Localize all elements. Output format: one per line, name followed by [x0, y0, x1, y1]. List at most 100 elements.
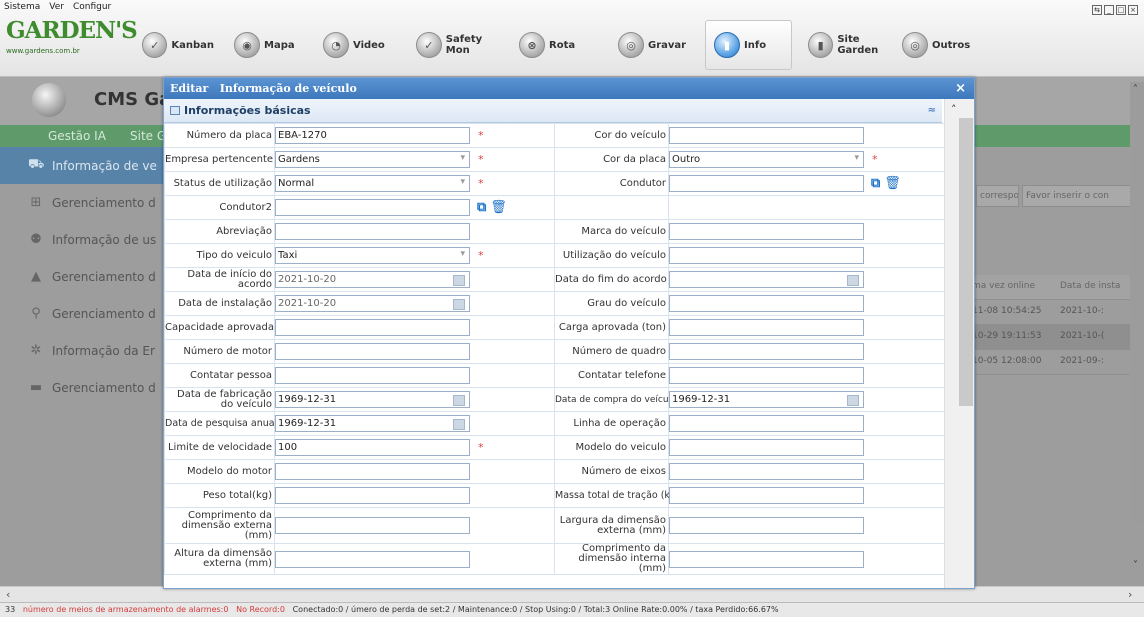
cor-placa-select[interactable]: Outro	[669, 151, 864, 168]
menu-sistema[interactable]: Sistema	[4, 2, 40, 12]
telefone-input[interactable]	[669, 367, 864, 384]
capacidade-input[interactable]	[275, 319, 470, 336]
fim-date-input[interactable]	[669, 271, 864, 288]
status-select[interactable]: Normal	[275, 175, 470, 192]
nav-kanban-label: Kanban	[171, 39, 214, 51]
scroll-left-icon[interactable]: ‹	[6, 588, 10, 601]
dialog-titlebar: Editar Informação de veículo ×	[164, 78, 974, 99]
alt-ext-label: Altura da dimensão externa (mm)	[164, 543, 275, 575]
window-close-icon[interactable]: ×	[1128, 5, 1138, 15]
fabricacao-date-input[interactable]: 1969-12-31	[275, 391, 470, 408]
column-header[interactable]: ma vez online	[966, 275, 1054, 299]
eixos-input[interactable]	[669, 463, 864, 480]
comp-int-input[interactable]	[669, 550, 864, 568]
abreviacao-input[interactable]	[275, 223, 470, 240]
alt-ext-input[interactable]	[275, 550, 470, 568]
menu-configur[interactable]: Configur	[73, 2, 111, 12]
nav-outros-label: Outros	[932, 39, 971, 51]
carga-input[interactable]	[669, 319, 864, 336]
scroll-right-icon[interactable]: ›	[1128, 588, 1132, 601]
tab-site[interactable]: Site G	[130, 129, 166, 143]
cor-veiculo-label: Cor do veículo	[554, 123, 669, 148]
pesquisa-date-input[interactable]: 1969-12-31	[275, 415, 470, 432]
contato-input[interactable]	[275, 367, 470, 384]
nav-kanban-button[interactable]: ✓ Kanban	[122, 20, 214, 70]
trash-icon[interactable]: 🗑	[490, 200, 507, 215]
inicio-date-input[interactable]: 2021-10-20	[275, 271, 470, 288]
empresa-select[interactable]: Gardens	[275, 151, 470, 168]
nav-gravar-button[interactable]: ◎ Gravar	[608, 20, 705, 70]
nav-safety-button[interactable]: ✓ Safety Mon	[406, 20, 509, 70]
vehicle-table: ma vez online Data de insta 11-08 10:54:…	[966, 275, 1144, 375]
fim-label: Data do fim do acordo	[554, 267, 669, 292]
nav-outros-button[interactable]: ◎ Outros	[902, 20, 982, 70]
table-row[interactable]: 11-08 10:54:25 2021-10-:	[966, 300, 1144, 325]
dialog-scrollbar[interactable]: ˄	[944, 99, 974, 588]
required-mark: *	[478, 153, 484, 166]
linha-input[interactable]	[669, 415, 864, 432]
search-input[interactable]: Favor inserir o con	[1022, 185, 1140, 207]
required-mark: *	[478, 177, 484, 190]
condutor-input[interactable]	[669, 175, 864, 192]
tipo-select[interactable]: Taxi	[275, 247, 470, 264]
larg-ext-input[interactable]	[669, 517, 864, 534]
nav-mapa-button[interactable]: ◉ Mapa	[214, 20, 305, 70]
modelo-motor-input[interactable]	[275, 463, 470, 480]
window-restore-icon[interactable]: ⇆	[1092, 5, 1102, 15]
tracao-input[interactable]	[669, 487, 864, 504]
window-minimize-icon[interactable]: _	[1104, 5, 1114, 15]
tab-gestao-ia[interactable]: Gestão IA	[48, 129, 106, 143]
filter-dropdown[interactable]: correspo▾	[976, 185, 1019, 207]
sidebar-item-user-info[interactable]: ⚉ Informação de us	[0, 221, 164, 258]
menu-ver[interactable]: Ver	[49, 2, 64, 12]
utilizacao-input[interactable]	[669, 247, 864, 264]
sidebar-item-company-info[interactable]: ✲ Informação da Er	[0, 332, 164, 369]
modelo-veiculo-input[interactable]	[669, 439, 864, 456]
sidebar-item-management-1[interactable]: ⊞ Gerenciamento d	[0, 184, 164, 221]
larg-ext-label: Largura da dimensão externa (mm)	[554, 507, 669, 544]
trash-icon[interactable]: 🗑	[884, 176, 901, 191]
compra-date-input[interactable]: 1969-12-31	[669, 391, 864, 408]
marca-input[interactable]	[669, 223, 864, 240]
scroll-down-icon[interactable]: ˅	[1133, 560, 1138, 571]
collapse-icon[interactable]: ≈	[928, 99, 936, 123]
instalacao-date-input[interactable]: 2021-10-20	[275, 295, 470, 312]
peso-input[interactable]	[275, 487, 470, 504]
sidebar-item-label: Gerenciamento d	[52, 269, 156, 284]
window-maximize-icon[interactable]: □	[1116, 5, 1126, 15]
cor-veiculo-input[interactable]	[669, 127, 864, 144]
grau-input[interactable]	[669, 295, 864, 312]
placa-input[interactable]: EBA-1270	[275, 127, 470, 144]
fabricacao-label: Data de fabricação do veículo	[164, 387, 275, 412]
nav-info-button[interactable]: ▮ Info	[705, 20, 792, 70]
copy-icon[interactable]: ⧉	[871, 176, 880, 191]
sidebar-item-management-3[interactable]: ⚲ Gerenciamento d	[0, 295, 164, 332]
scroll-up-icon[interactable]: ˄	[1133, 84, 1138, 95]
nav-rota-button[interactable]: ⊗ Rota	[509, 20, 608, 70]
scroll-up-icon[interactable]: ˄	[951, 103, 957, 116]
network-icon: ⊞	[30, 195, 42, 210]
quadro-input[interactable]	[669, 343, 864, 360]
velocidade-input[interactable]: 100	[275, 439, 470, 456]
table-row[interactable]: 10-05 12:08:00 2021-09-:	[966, 350, 1144, 375]
table-row[interactable]: 10-29 19:11:53 2021-10-(	[966, 325, 1144, 350]
scrollbar-thumb[interactable]	[959, 118, 973, 406]
motor-input[interactable]	[275, 343, 470, 360]
nav-site-garden-button[interactable]: ▮ Site Garden	[792, 20, 902, 70]
page-vertical-scrollbar[interactable]: ˄ ˅	[1130, 82, 1144, 571]
condutor2-input[interactable]	[275, 199, 470, 216]
table-cell: 10-05 12:08:00	[972, 356, 1042, 366]
sidebar-item-label: Informação de us	[52, 232, 157, 247]
status-connection-summary: Conectado:0 / úmero de perda de set:2 / …	[292, 605, 779, 614]
sidebar-item-management-2[interactable]: ▲ Gerenciamento d	[0, 258, 164, 295]
sidebar-item-vehicle-info[interactable]: ⛟ Informação de ve	[0, 147, 164, 184]
status-no-record: No Record:0	[236, 605, 285, 614]
sidebar-item-management-4[interactable]: ▬ Gerenciamento d	[0, 369, 164, 406]
vehicle-form: Número da placa EBA-1270 * Cor do veículo…	[164, 123, 944, 588]
top-toolbar: Sistema Ver Configur GARDEN'S www.garden…	[0, 0, 1144, 77]
nav-video-button[interactable]: ◔ Video	[305, 20, 406, 70]
comp-int-label: Comprimento da dimensão interna (mm)	[554, 543, 669, 575]
copy-icon[interactable]: ⧉	[477, 200, 486, 215]
comp-ext-input[interactable]	[275, 517, 470, 534]
close-icon[interactable]: ×	[955, 78, 966, 99]
